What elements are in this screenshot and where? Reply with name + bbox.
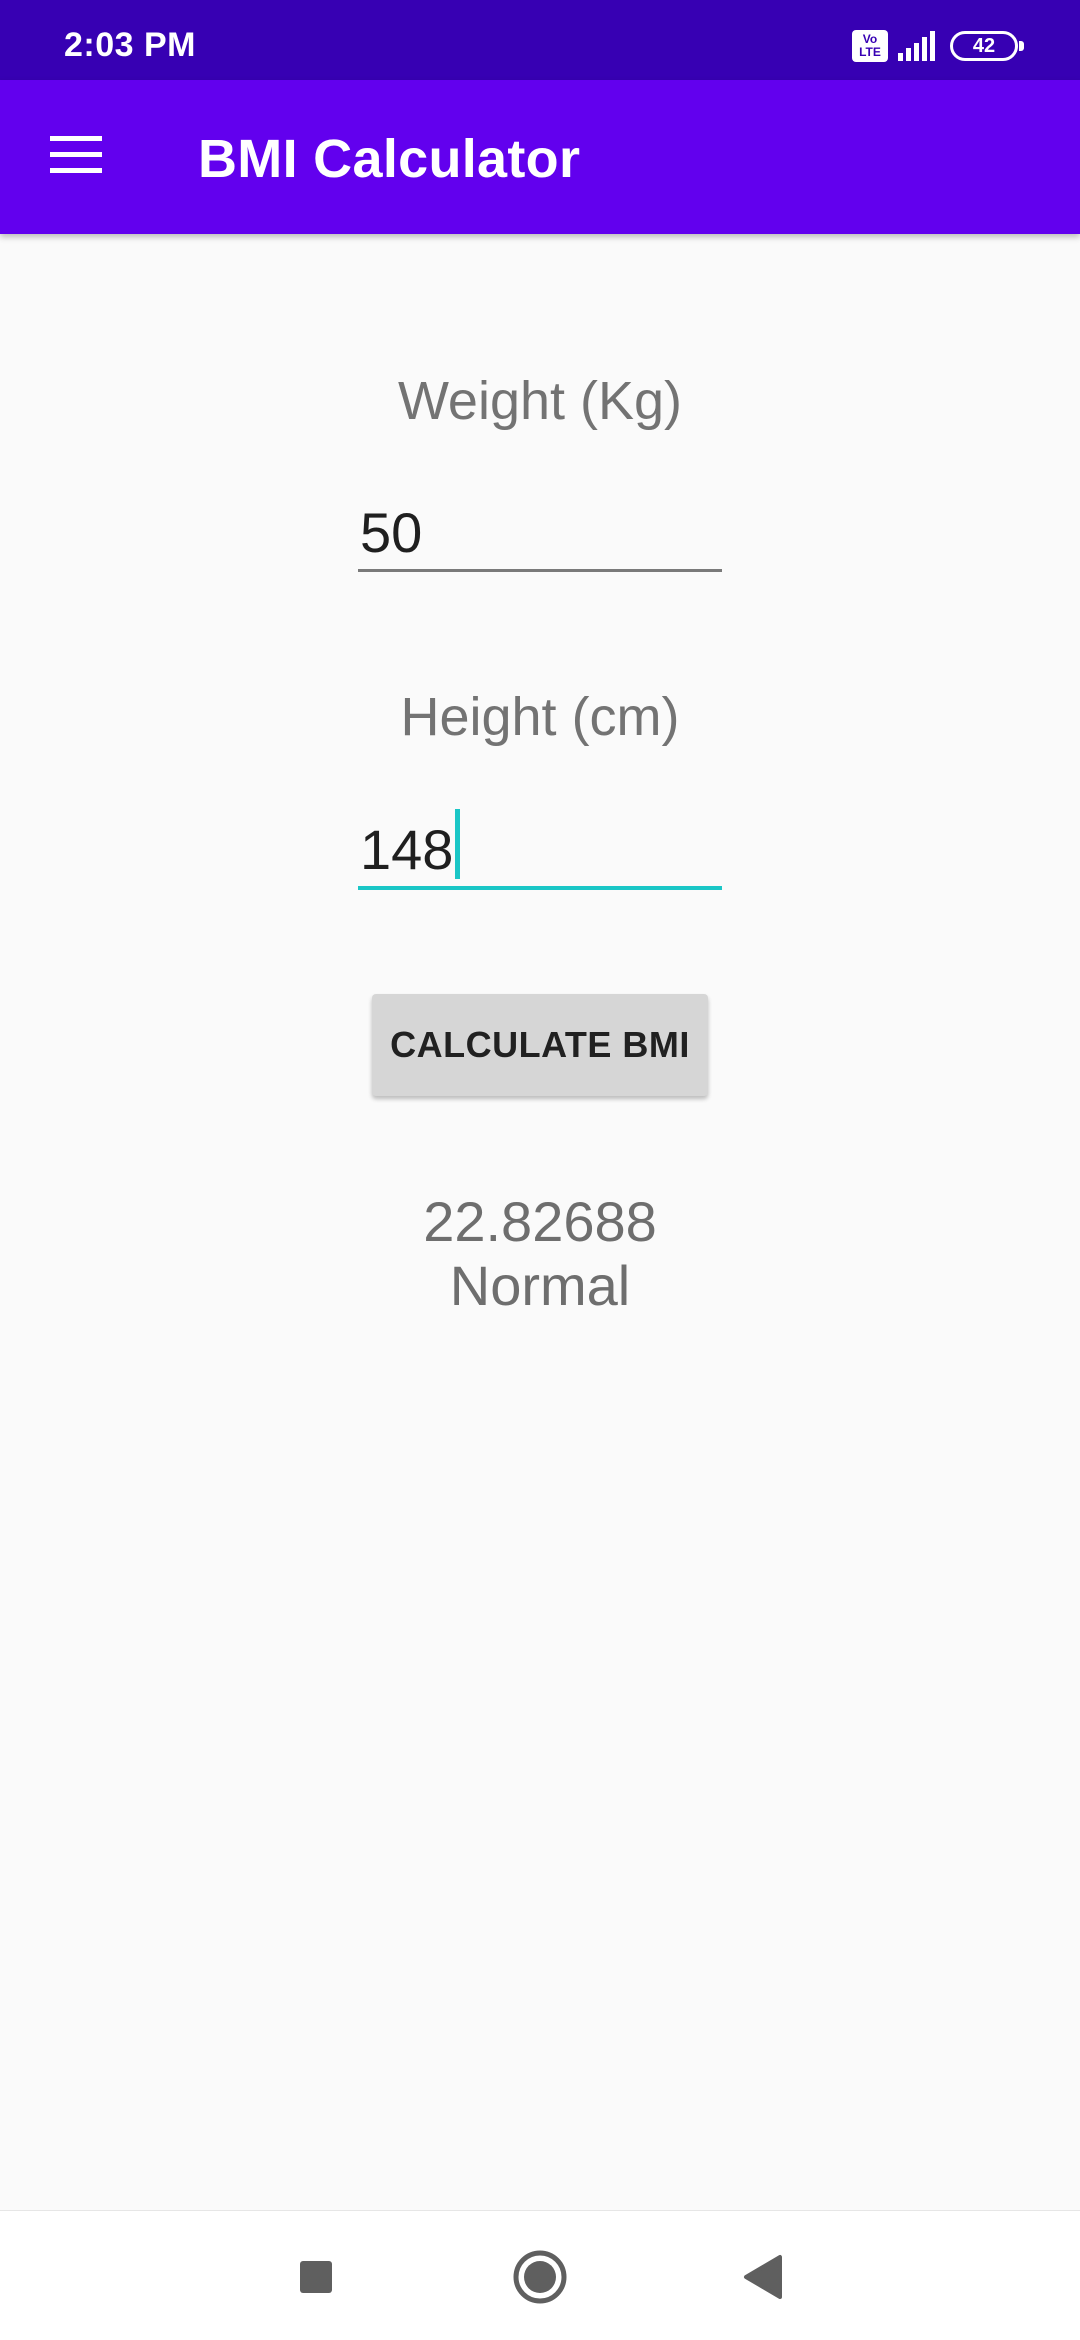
status-time: 2:03 PM (64, 26, 196, 64)
text-cursor (455, 809, 461, 879)
status-bar: 2:03 PM Vo LTE 42 (0, 0, 1080, 80)
status-icons: Vo LTE 42 (852, 30, 1024, 62)
hamburger-menu-icon[interactable] (50, 136, 104, 176)
navigation-bar (0, 2210, 1080, 2340)
height-label: Height (cm) (400, 687, 680, 747)
battery-icon: 42 (950, 31, 1024, 61)
weight-value: 50 (360, 501, 423, 564)
volte-icon: Vo LTE (852, 30, 888, 62)
app-bar: BMI Calculator (0, 80, 1080, 234)
signal-icon (898, 31, 935, 61)
weight-input[interactable]: 50 (358, 500, 722, 572)
height-value-wrap: 148 (360, 809, 461, 881)
app-title: BMI Calculator (198, 129, 581, 189)
weight-label: Weight (Kg) (397, 371, 683, 431)
recents-square-icon[interactable] (274, 2235, 358, 2319)
height-input[interactable]: 148 (358, 809, 722, 890)
back-triangle-icon[interactable] (722, 2235, 806, 2319)
bmi-result-value: 22.82688 (423, 1190, 657, 1253)
home-circle-icon[interactable] (498, 2235, 582, 2319)
calculate-bmi-button[interactable]: CALCULATE BMI (372, 994, 708, 1096)
bmi-category: Normal (449, 1254, 631, 1317)
height-value: 148 (360, 818, 454, 881)
